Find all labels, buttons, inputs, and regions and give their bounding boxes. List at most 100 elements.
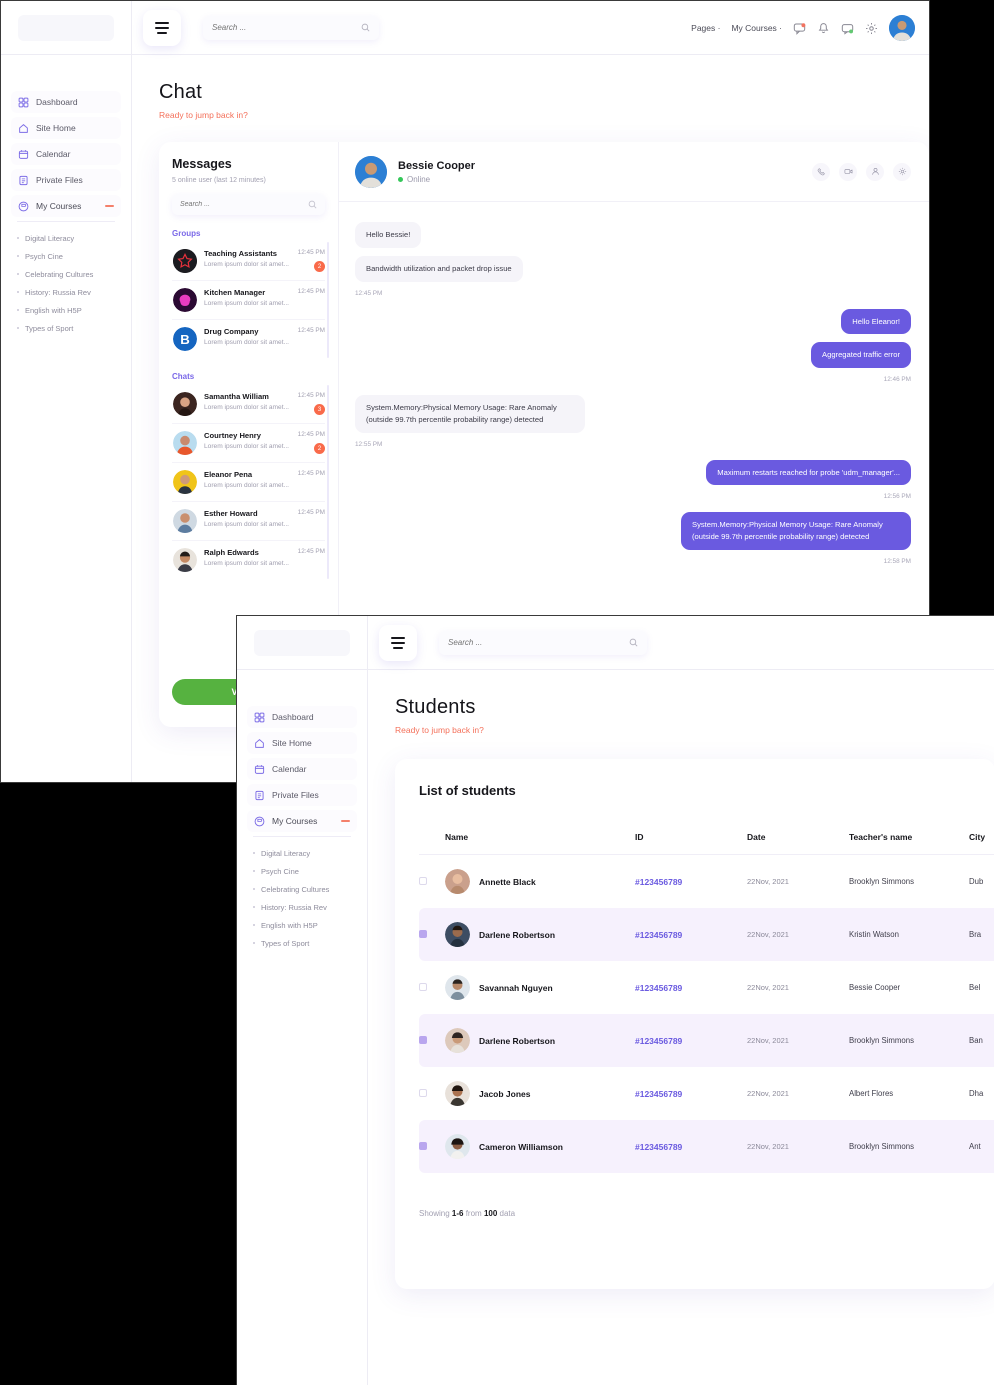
conversation-status: Online <box>398 175 475 184</box>
contact-info-button[interactable] <box>866 162 884 181</box>
global-search[interactable] <box>439 630 647 655</box>
sidebar-course-types-of-sport[interactable]: Types of Sport <box>247 934 357 952</box>
th-teacher[interactable]: Teacher's name <box>849 832 969 855</box>
list-item[interactable]: Esther Howard Lorem ipsum dolor sit amet… <box>172 502 325 541</box>
th-date[interactable]: Date <box>747 832 849 855</box>
student-id[interactable]: #123456789 <box>635 1036 682 1046</box>
list-item[interactable]: Samantha William Lorem ipsum dolor sit a… <box>172 385 325 424</box>
students-main: Students Ready to jump back in? List of … <box>368 670 994 1385</box>
collapse-indicator-icon[interactable] <box>341 820 350 822</box>
student-id[interactable]: #123456789 <box>635 1142 682 1152</box>
sidebar-course-history-russia-rev[interactable]: History: Russia Rev <box>247 898 357 916</box>
list-item-meta: 12:45 PM <box>298 288 325 295</box>
th-city[interactable]: City <box>969 832 994 855</box>
row-checkbox[interactable] <box>419 929 427 938</box>
sidebar-course-history-russia-rev[interactable]: History: Russia Rev <box>11 283 121 301</box>
sidebar-item-label: My Courses <box>272 816 318 826</box>
list-item[interactable]: B Drug Company Lorem ipsum dolor sit ame… <box>172 320 325 358</box>
row-checkbox-cell[interactable] <box>419 1014 445 1067</box>
list-item[interactable]: Eleanor Pena Lorem ipsum dolor sit amet.… <box>172 463 325 502</box>
showing-range: 1-6 <box>451 1209 464 1218</box>
sidebar-item-calendar[interactable]: Calendar <box>247 758 357 780</box>
list-item[interactable]: Courtney Henry Lorem ipsum dolor sit ame… <box>172 424 325 463</box>
groups-label: Groups <box>172 229 201 238</box>
list-item[interactable]: Teaching Assistants Lorem ipsum dolor si… <box>172 242 325 281</box>
row-checkbox[interactable] <box>419 1141 427 1150</box>
table-row[interactable]: Annette Black #123456789 22Nov, 2021 Bro… <box>419 855 994 909</box>
sidebar-item-calendar[interactable]: Calendar <box>11 143 121 165</box>
table-row[interactable]: Savannah Nguyen #123456789 22Nov, 2021 B… <box>419 961 994 1014</box>
sidebar-course-psych-cine[interactable]: Psych Cine <box>11 247 121 265</box>
search-input[interactable] <box>448 638 629 647</box>
sidebar-toggle-button[interactable] <box>143 9 181 46</box>
table-row[interactable]: Darlene Robertson #123456789 22Nov, 2021… <box>419 908 994 961</box>
list-scrollbar[interactable] <box>327 242 329 358</box>
call-button[interactable] <box>812 162 830 181</box>
sidebar-item-dashboard[interactable]: Dashboard <box>11 91 121 113</box>
row-checkbox[interactable] <box>419 1088 427 1097</box>
message-bubble-outgoing: System.Memory:Physical Memory Usage: Rar… <box>681 512 911 550</box>
table-row[interactable]: Jacob Jones #123456789 22Nov, 2021 Alber… <box>419 1067 994 1120</box>
messages-search-input[interactable] <box>180 201 308 208</box>
chat-name: Ralph Edwards <box>204 548 259 557</box>
table-row[interactable]: Darlene Robertson #123456789 22Nov, 2021… <box>419 1014 994 1067</box>
student-id[interactable]: #123456789 <box>635 930 682 940</box>
sidebar-course-english-with-h5p[interactable]: English with H5P <box>247 916 357 934</box>
row-id-cell: #123456789 <box>635 961 747 1014</box>
sidebar-course-psych-cine[interactable]: Psych Cine <box>247 862 357 880</box>
sidebar-toggle-button[interactable] <box>379 624 417 661</box>
row-checkbox-cell[interactable] <box>419 961 445 1014</box>
list-item[interactable]: Ralph Edwards Lorem ipsum dolor sit amet… <box>172 541 325 579</box>
row-checkbox-cell[interactable] <box>419 1120 445 1173</box>
row-checkbox[interactable] <box>419 876 427 885</box>
sidebar-course-types-of-sport[interactable]: Types of Sport <box>11 319 121 337</box>
sidebar-course-english-with-h5p[interactable]: English with H5P <box>11 301 121 319</box>
messages-search[interactable] <box>172 194 325 215</box>
student-name: Jacob Jones <box>479 1088 531 1099</box>
nav-my-courses[interactable]: My Courses · <box>731 23 782 33</box>
sidebar-item-my-courses[interactable]: My Courses <box>247 810 357 832</box>
bell-icon[interactable] <box>817 22 830 35</box>
sidebar-course-digital-literacy[interactable]: Digital Literacy <box>11 229 121 247</box>
th-name[interactable]: Name <box>445 832 635 855</box>
row-checkbox[interactable] <box>419 982 427 991</box>
chat-bubble-icon[interactable] <box>793 22 806 35</box>
groups-list: Teaching Assistants Lorem ipsum dolor si… <box>172 242 329 358</box>
student-id[interactable]: #123456789 <box>635 1089 682 1099</box>
sidebar-item-private-files[interactable]: Private Files <box>247 784 357 806</box>
sidebar-course-digital-literacy[interactable]: Digital Literacy <box>247 844 357 862</box>
list-scrollbar[interactable] <box>327 385 329 579</box>
row-checkbox-cell[interactable] <box>419 1067 445 1120</box>
conversation-settings-button[interactable] <box>893 162 911 181</box>
row-checkbox[interactable] <box>419 1035 427 1044</box>
row-checkbox-cell[interactable] <box>419 908 445 961</box>
gear-icon[interactable] <box>865 22 878 35</box>
sidebar-item-site-home[interactable]: Site Home <box>247 732 357 754</box>
chat-name: Samantha William <box>204 392 269 401</box>
table-row[interactable]: Cameron Williamson #123456789 22Nov, 202… <box>419 1120 994 1173</box>
sidebar-item-dashboard[interactable]: Dashboard <box>247 706 357 728</box>
search-icon <box>361 23 370 32</box>
student-id[interactable]: #123456789 <box>635 877 682 887</box>
global-search[interactable] <box>203 15 379 40</box>
row-checkbox-cell[interactable] <box>419 855 445 909</box>
student-id[interactable]: #123456789 <box>635 983 682 993</box>
search-input[interactable] <box>212 23 361 32</box>
sidebar-item-private-files[interactable]: Private Files <box>11 169 121 191</box>
student-date: 22Nov, 2021 <box>747 877 789 886</box>
sidebar-item-my-courses[interactable]: My Courses <box>11 195 121 217</box>
video-call-button[interactable] <box>839 162 857 181</box>
sidebar-course-celebrating-cultures[interactable]: Celebrating Cultures <box>247 880 357 898</box>
conversation-avatar[interactable] <box>355 155 387 188</box>
message-timestamp: 12:46 PM <box>883 376 911 384</box>
list-item[interactable]: Kitchen Manager Lorem ipsum dolor sit am… <box>172 281 325 320</box>
sidebar-item-site-home[interactable]: Site Home <box>11 117 121 139</box>
search-icon <box>629 638 638 647</box>
th-id[interactable]: ID <box>635 832 747 855</box>
collapse-indicator-icon[interactable] <box>105 205 114 207</box>
nav-pages[interactable]: Pages · <box>691 23 720 33</box>
chat-name: Teaching Assistants <box>204 249 278 258</box>
message-icon[interactable] <box>841 22 854 35</box>
sidebar-course-celebrating-cultures[interactable]: Celebrating Cultures <box>11 265 121 283</box>
user-avatar[interactable] <box>889 15 915 41</box>
